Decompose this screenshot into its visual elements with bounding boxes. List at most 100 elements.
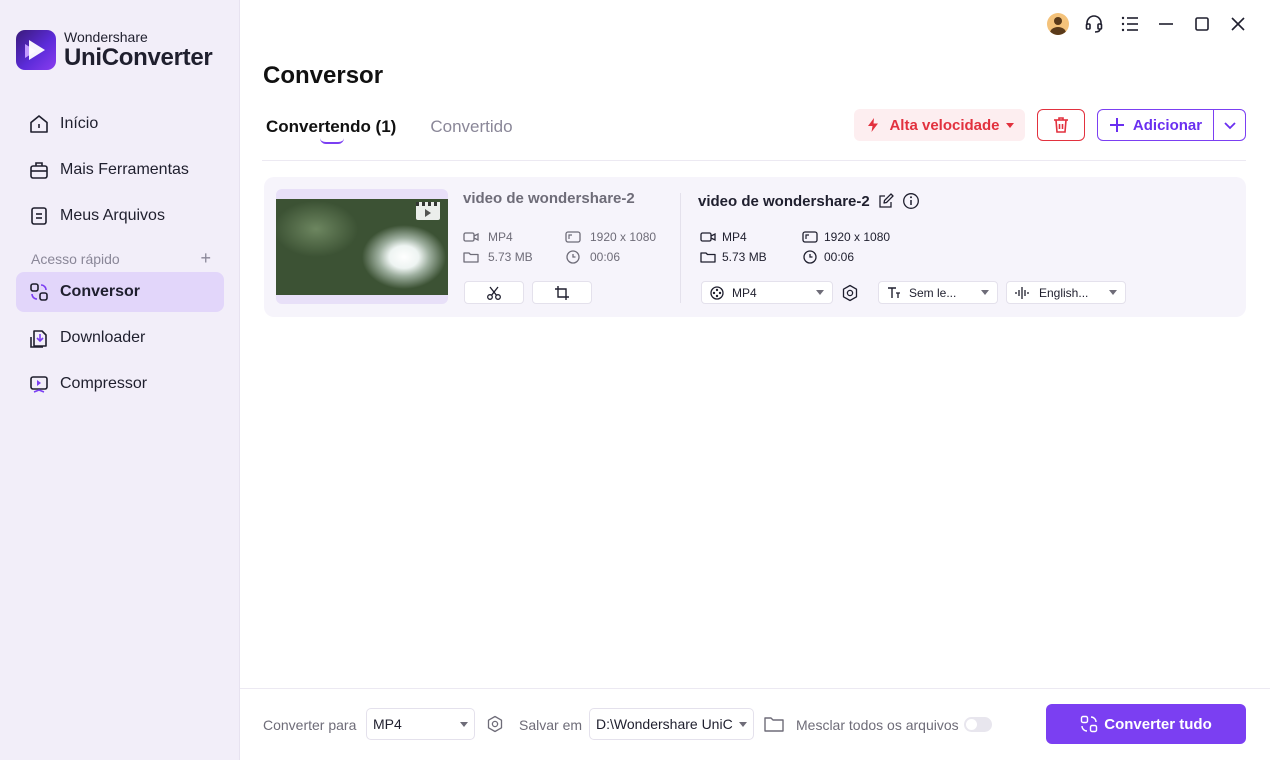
target-file-name-row: video de wondershare-2 [698,192,920,210]
target-file-name: video de wondershare-2 [698,192,870,210]
active-tab-indicator [320,138,344,144]
account-button[interactable] [1040,12,1076,36]
sidebar-item-inicio[interactable]: Início [16,104,224,144]
sidebar-item-label: Downloader [60,329,146,346]
menu-button[interactable] [1112,12,1148,36]
sidebar-item-mais-ferramentas[interactable]: Mais Ferramentas [16,150,224,190]
chevron-down-icon [739,721,747,727]
folder-icon [700,252,716,263]
resolution-icon [565,231,581,243]
compressor-icon [30,376,48,393]
support-button[interactable] [1076,12,1112,36]
tab-label: Convertido [430,117,513,136]
target-format: MP4 [700,230,747,244]
target-resolution: 1920 x 1080 [802,230,890,244]
video-camera-icon [700,232,716,242]
crop-button[interactable] [532,281,592,304]
downloader-icon [30,330,47,348]
audio-wave-icon [1015,286,1029,299]
sidebar-item-downloader[interactable]: Downloader [16,318,224,358]
main-nav: Início Mais Ferramentas Meus Arquivos [16,104,224,236]
merge-files-label: Mesclar todos os arquivos [796,717,959,733]
convert-all-button[interactable]: Converter tudo [1046,704,1246,744]
settings-icon[interactable] [486,715,504,733]
sidebar-item-label: Meus Arquivos [60,207,165,224]
tab-bar: Convertendo (1) Convertido [266,117,547,144]
save-in-label: Salvar em [519,717,583,733]
chevron-down-icon [816,290,824,295]
output-format-select[interactable]: MP4 [701,281,833,304]
page-title: Conversor [263,62,384,89]
folder-icon[interactable] [764,715,784,733]
uniconverter-logo-icon [16,30,56,70]
window-controls [1040,12,1256,36]
save-location-select[interactable]: D:\Wondershare UniC [589,708,754,740]
merge-files-toggle[interactable] [964,717,992,732]
tab-label: Convertendo (1) [266,117,397,136]
clock-icon [803,250,817,264]
minimize-icon [1159,23,1173,25]
convert-to-label: Converter para [263,717,357,733]
bottom-bar: Converter para MP4 Salvar em D:\Wondersh… [240,688,1270,760]
file-item-card: video de wondershare-2 MP4 1920 x 1080 5… [264,177,1246,317]
sidebar-item-conversor[interactable]: Conversor [16,272,224,312]
sidebar-item-label: Início [60,115,99,132]
chevron-down-icon [1223,122,1236,130]
folder-icon [463,252,479,263]
add-files-button-group: Adicionar [1097,109,1246,141]
tab-convertendo[interactable]: Convertendo (1) [266,117,397,144]
sidebar: Wondershare UniConverter Início Mais Fer… [0,0,240,760]
close-icon [1231,17,1245,31]
quick-access-header: Acesso rápido + [31,248,211,269]
headset-icon [1085,15,1103,33]
maximize-button[interactable] [1184,12,1220,36]
sidebar-item-label: Compressor [60,375,148,392]
output-settings-button[interactable] [838,281,862,304]
trash-icon [1054,117,1068,133]
target-size: 5.73 MB [700,250,767,264]
home-icon [30,115,48,133]
add-quick-access-icon[interactable]: + [200,248,211,269]
maximize-icon [1195,17,1209,31]
add-files-dropdown[interactable] [1214,110,1245,140]
quick-access-label: Acesso rápido [31,250,120,267]
play-preview-icon[interactable] [416,202,440,220]
high-speed-label: Alta velocidade [889,116,1000,134]
video-thumbnail[interactable] [276,189,448,304]
plus-icon [1109,118,1124,132]
clock-icon [566,250,580,264]
convert-to-select[interactable]: MP4 [366,708,475,740]
high-speed-button[interactable]: Alta velocidade [854,109,1025,141]
add-files-label: Adicionar [1132,116,1203,134]
trim-button[interactable] [464,281,524,304]
app-logo[interactable]: Wondershare UniConverter [16,30,213,71]
chevron-down-icon [460,721,468,727]
card-divider [680,193,681,303]
chevron-down-icon [1005,122,1014,128]
sidebar-item-compressor[interactable]: Compressor [16,364,224,404]
add-files-button[interactable]: Adicionar [1098,110,1214,140]
source-format: MP4 [463,230,513,244]
sidebar-item-meus-arquivos[interactable]: Meus Arquivos [16,196,224,236]
quick-access-nav: Conversor Downloader Compressor [16,272,224,404]
toolbox-icon [30,162,48,179]
sidebar-item-label: Mais Ferramentas [60,161,189,178]
delete-button[interactable] [1037,109,1085,141]
close-button[interactable] [1220,12,1256,36]
converter-icon [30,283,48,301]
edit-icon[interactable] [878,193,894,209]
header-divider [262,160,1246,161]
converter-icon [1081,715,1098,733]
minimize-button[interactable] [1148,12,1184,36]
lightning-icon [868,118,879,132]
menu-icon [1121,16,1138,32]
subtitle-select[interactable]: Sem le... [878,281,998,304]
avatar-icon [1047,13,1069,35]
resolution-icon [802,231,818,243]
tab-convertido[interactable]: Convertido [430,117,512,137]
audio-track-select[interactable]: English... [1006,281,1126,304]
brand-name: UniConverter [64,44,213,71]
film-reel-icon [710,285,724,300]
info-icon[interactable] [902,192,920,210]
text-icon [888,286,900,298]
